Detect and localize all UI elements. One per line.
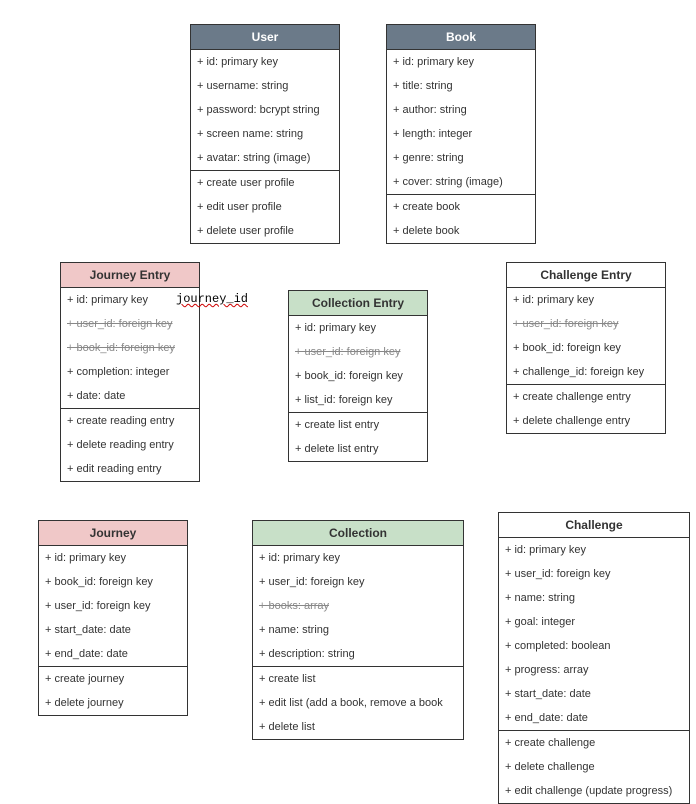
attr: + progress: array (499, 658, 689, 682)
attr: + id: primary key (39, 546, 187, 570)
class-challenge-entry: Challenge Entry + id: primary key + user… (506, 262, 666, 434)
attr: + description: string (253, 642, 463, 666)
attrs-collection-entry: + id: primary key + user_id: foreign key… (289, 316, 427, 413)
attr: + title: string (387, 74, 535, 98)
ops-book: + create book + delete book (387, 195, 535, 243)
attr: + id: primary key (191, 50, 339, 74)
attr: + end_date: date (499, 706, 689, 730)
attr: + id: primary key (499, 538, 689, 562)
attr: + end_date: date (39, 642, 187, 666)
attr: + list_id: foreign key (289, 388, 427, 412)
op: + delete reading entry (61, 433, 199, 457)
class-title-book: Book (387, 25, 535, 50)
attr: + goal: integer (499, 610, 689, 634)
attr-strike: + user_id: foreign key (289, 340, 427, 364)
attr: + start_date: date (39, 618, 187, 642)
ops-journey-entry: + create reading entry + delete reading … (61, 409, 199, 481)
class-title-collection: Collection (253, 521, 463, 546)
op: + edit reading entry (61, 457, 199, 481)
attrs-book: + id: primary key + title: string + auth… (387, 50, 535, 195)
op: + create reading entry (61, 409, 199, 433)
op: + create challenge (499, 731, 689, 755)
attr: + date: date (61, 384, 199, 408)
op: + delete journey (39, 691, 187, 715)
attr: + start_date: date (499, 682, 689, 706)
op: + create journey (39, 667, 187, 691)
class-title-challenge: Challenge (499, 513, 689, 538)
attr: + author: string (387, 98, 535, 122)
ops-user: + create user profile + edit user profil… (191, 171, 339, 243)
attr: + cover: string (image) (387, 170, 535, 194)
attr: + user_id: foreign key (499, 562, 689, 586)
op: + create user profile (191, 171, 339, 195)
attrs-challenge: + id: primary key + user_id: foreign key… (499, 538, 689, 731)
op: + delete challenge (499, 755, 689, 779)
attr-strike: + user_id: foreign key (507, 312, 665, 336)
op: + delete user profile (191, 219, 339, 243)
op: + delete challenge entry (507, 409, 665, 433)
attr: + id: primary key (253, 546, 463, 570)
attr: + password: bcrypt string (191, 98, 339, 122)
attr: + avatar: string (image) (191, 146, 339, 170)
class-title-challenge-entry: Challenge Entry (507, 263, 665, 288)
attrs-journey-entry: + id: primary key + user_id: foreign key… (61, 288, 199, 409)
attr: + id: primary key (507, 288, 665, 312)
class-journey: Journey + id: primary key + book_id: for… (38, 520, 188, 716)
op: + delete list entry (289, 437, 427, 461)
attr: + user_id: foreign key (39, 594, 187, 618)
attr: + id: primary key (289, 316, 427, 340)
attrs-user: + id: primary key + username: string + p… (191, 50, 339, 171)
ops-challenge-entry: + create challenge entry + delete challe… (507, 385, 665, 433)
class-title-collection-entry: Collection Entry (289, 291, 427, 316)
class-collection-entry: Collection Entry + id: primary key + use… (288, 290, 428, 462)
ops-journey: + create journey + delete journey (39, 667, 187, 715)
attr: + id: primary key (387, 50, 535, 74)
attr: + book_id: foreign key (507, 336, 665, 360)
op: + delete book (387, 219, 535, 243)
class-title-journey-entry: Journey Entry (61, 263, 199, 288)
attr: + completion: integer (61, 360, 199, 384)
class-challenge: Challenge + id: primary key + user_id: f… (498, 512, 690, 804)
ops-challenge: + create challenge + delete challenge + … (499, 731, 689, 803)
op: + delete list (253, 715, 463, 739)
attrs-collection: + id: primary key + user_id: foreign key… (253, 546, 463, 667)
attr-strike: + books: array (253, 594, 463, 618)
ops-collection-entry: + create list entry + delete list entry (289, 413, 427, 461)
attr: + book_id: foreign key (289, 364, 427, 388)
op: + edit list (add a book, remove a book (253, 691, 463, 715)
attr: + screen name: string (191, 122, 339, 146)
attr: + length: integer (387, 122, 535, 146)
class-user: User + id: primary key + username: strin… (190, 24, 340, 244)
class-collection: Collection + id: primary key + user_id: … (252, 520, 464, 740)
attr: + name: string (253, 618, 463, 642)
attr: + username: string (191, 74, 339, 98)
attr-strike: + user_id: foreign key (61, 312, 199, 336)
op: + create challenge entry (507, 385, 665, 409)
attrs-challenge-entry: + id: primary key + user_id: foreign key… (507, 288, 665, 385)
op: + edit challenge (update progress) (499, 779, 689, 803)
attr: + user_id: foreign key (253, 570, 463, 594)
class-title-user: User (191, 25, 339, 50)
op: + create list (253, 667, 463, 691)
op: + edit user profile (191, 195, 339, 219)
op: + create book (387, 195, 535, 219)
attr: + genre: string (387, 146, 535, 170)
attr: + book_id: foreign key (39, 570, 187, 594)
attr: + challenge_id: foreign key (507, 360, 665, 384)
ops-collection: + create list + edit list (add a book, r… (253, 667, 463, 739)
attr-strike: + book_id: foreign key (61, 336, 199, 360)
class-book: Book + id: primary key + title: string +… (386, 24, 536, 244)
class-title-journey: Journey (39, 521, 187, 546)
attr: + completed: boolean (499, 634, 689, 658)
annotation-journey-id: journey_id (176, 292, 248, 306)
op: + create list entry (289, 413, 427, 437)
attrs-journey: + id: primary key + book_id: foreign key… (39, 546, 187, 667)
attr: + name: string (499, 586, 689, 610)
